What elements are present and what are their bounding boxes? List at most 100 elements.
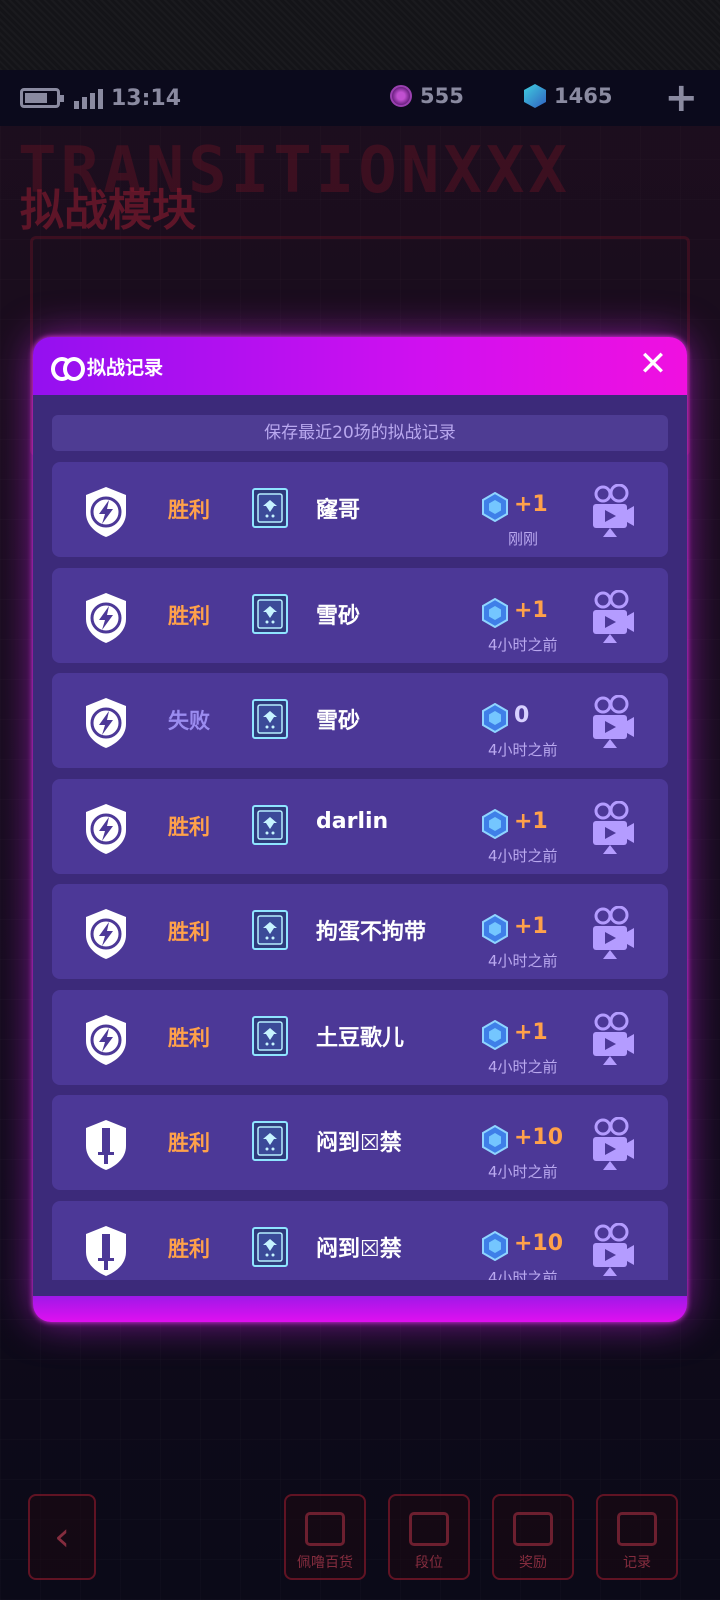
record-result: 胜利 xyxy=(168,1131,210,1155)
close-button[interactable]: ✕ xyxy=(635,347,671,383)
record-row: 胜利 闷到☒禁 +10 4小时之前 xyxy=(52,1095,668,1190)
bolt-shield-icon xyxy=(86,803,126,854)
battery-icon xyxy=(20,88,64,108)
rank-badge-icon xyxy=(252,1226,288,1267)
point-delta: +10 xyxy=(514,1125,564,1150)
record-time: 4小时之前 xyxy=(488,1163,558,1181)
record-row: 胜利 雪砂 +1 4小时之前 xyxy=(52,567,668,663)
replay-video-icon[interactable] xyxy=(587,1117,635,1171)
rank-point-icon xyxy=(482,492,508,522)
gem-balance[interactable]: 1465 xyxy=(524,84,612,108)
modal-bottom-edge xyxy=(33,1296,687,1322)
replay-video-icon[interactable] xyxy=(587,906,635,960)
rank-badge-icon xyxy=(252,488,288,528)
device-top-bezel xyxy=(0,0,720,70)
background-title: 拟战模块 xyxy=(20,185,196,236)
add-currency-button[interactable]: + xyxy=(664,78,698,118)
nav-rewards[interactable]: 奖励 xyxy=(492,1494,574,1580)
nav-shop[interactable]: 佩噜百货 xyxy=(284,1494,366,1580)
rank-badge-icon xyxy=(252,804,288,845)
opponent-name: darlin xyxy=(316,808,389,834)
rank-badge-icon xyxy=(252,1015,288,1056)
record-time: 4小时之前 xyxy=(488,635,558,654)
opponent-name: 土豆歌儿 xyxy=(316,1025,405,1051)
nav-records-label: 记录 xyxy=(623,1555,651,1571)
bolt-shield-icon xyxy=(86,487,126,537)
bolt-shield-icon xyxy=(86,698,126,748)
opponent-name: 雪砂 xyxy=(316,709,361,734)
record-time: 刚刚 xyxy=(508,530,539,548)
coin-icon xyxy=(390,85,412,107)
record-result: 胜利 xyxy=(168,603,210,628)
rank-badge-icon xyxy=(252,699,288,739)
bolt-shield-icon xyxy=(86,909,126,959)
rank-point-icon xyxy=(482,703,508,733)
nav-rewards-label: 奖励 xyxy=(519,1555,547,1571)
record-result: 胜利 xyxy=(168,1025,210,1050)
point-delta: +1 xyxy=(514,1019,548,1045)
replay-video-icon[interactable] xyxy=(587,800,635,855)
nav-records[interactable]: 记录 xyxy=(596,1494,678,1580)
bolt-shield-icon xyxy=(86,592,126,643)
replay-video-icon[interactable] xyxy=(587,589,635,644)
record-time: 4小时之前 xyxy=(488,1268,558,1281)
nav-rank[interactable]: 段位 xyxy=(388,1494,470,1580)
opponent-name: 拘蛋不拘带 xyxy=(316,920,427,945)
rank-point-icon xyxy=(482,1019,508,1050)
nav-rank-label: 段位 xyxy=(415,1555,443,1571)
gift-icon xyxy=(513,1512,553,1546)
record-time: 4小时之前 xyxy=(488,846,558,865)
record-result: 胜利 xyxy=(168,1236,210,1261)
records-list[interactable]: 胜利 窿哥 +1 刚刚 胜利 雪砂 +1 4小时之前 失败 雪砂 0 4小时之前… xyxy=(52,462,668,1280)
rank-point-icon xyxy=(482,1230,508,1261)
nav-shop-label: 佩噜百货 xyxy=(297,1555,353,1571)
bolt-shield-icon xyxy=(86,1014,126,1065)
rank-point-icon xyxy=(482,914,508,944)
record-result: 失败 xyxy=(168,709,210,733)
coin-balance[interactable]: 555 xyxy=(390,84,464,108)
replay-video-icon[interactable] xyxy=(587,695,635,749)
record-row: 胜利 darlin +1 4小时之前 xyxy=(52,778,668,874)
gem-count: 1465 xyxy=(554,84,613,108)
records-notice: 保存最近20场的拟战记录 xyxy=(52,415,668,451)
record-row: 胜利 拘蛋不拘带 +1 4小时之前 xyxy=(52,884,668,979)
back-button[interactable]: ‹ xyxy=(28,1494,96,1580)
records-icon xyxy=(51,355,85,381)
opponent-name: 闷到☒禁 xyxy=(316,1236,402,1262)
clock: 13:14 xyxy=(111,85,182,111)
rank-badge-icon xyxy=(252,593,288,634)
opponent-name: 雪砂 xyxy=(316,603,361,629)
record-row: 胜利 闷到☒禁 +10 4小时之前 xyxy=(52,1200,668,1281)
opponent-name: 窿哥 xyxy=(316,498,361,523)
gem-icon xyxy=(524,84,546,108)
replay-video-icon[interactable] xyxy=(587,1011,635,1066)
replay-video-icon[interactable] xyxy=(587,484,635,538)
rank-point-icon xyxy=(482,1125,508,1155)
signal-icon xyxy=(74,87,103,109)
replay-video-icon[interactable] xyxy=(587,1222,635,1277)
point-delta: +1 xyxy=(514,914,548,939)
sword-shield-icon xyxy=(86,1225,126,1276)
record-time: 4小时之前 xyxy=(488,741,558,759)
record-row: 胜利 土豆歌儿 +1 4小时之前 xyxy=(52,989,668,1085)
record-time: 4小时之前 xyxy=(488,1057,558,1076)
point-delta: +1 xyxy=(514,492,548,517)
shop-icon xyxy=(305,1512,345,1546)
rank-badge-icon xyxy=(252,910,288,950)
point-delta: +10 xyxy=(514,1230,564,1256)
sword-shield-icon xyxy=(86,1120,126,1170)
modal-title: 拟战记录 xyxy=(87,356,164,379)
opponent-name: 闷到☒禁 xyxy=(316,1131,402,1156)
record-row: 胜利 窿哥 +1 刚刚 xyxy=(52,462,668,557)
rank-point-icon xyxy=(482,808,508,839)
record-result: 胜利 xyxy=(168,920,210,944)
modal-header: 拟战记录 ✕ xyxy=(33,337,687,395)
video-folder-icon xyxy=(617,1512,657,1546)
point-delta: +1 xyxy=(514,597,548,623)
coin-count: 555 xyxy=(420,84,464,108)
rank-point-icon xyxy=(482,597,508,628)
rank-badge-icon xyxy=(252,1121,288,1161)
record-result: 胜利 xyxy=(168,498,210,522)
trophy-icon xyxy=(409,1512,449,1546)
record-row: 失败 雪砂 0 4小时之前 xyxy=(52,673,668,768)
